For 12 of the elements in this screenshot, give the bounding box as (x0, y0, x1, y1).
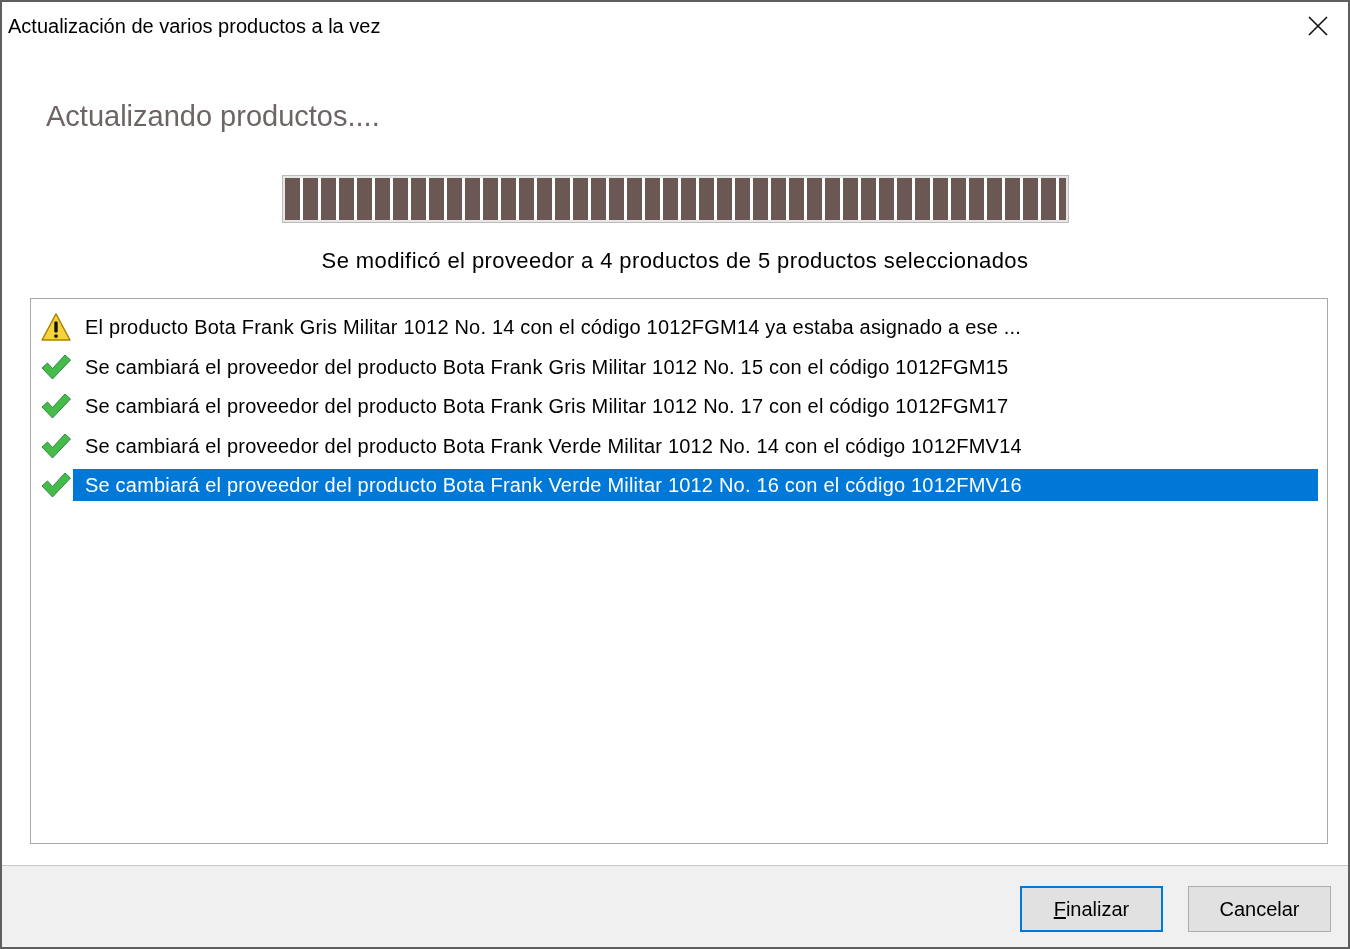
cancel-button[interactable]: Cancelar (1188, 886, 1331, 932)
check-icon (41, 392, 71, 420)
window-title: Actualización de varios productos a la vez (7, 14, 381, 39)
progress-heading: Actualizando productos.... (46, 100, 380, 132)
log-item[interactable]: Se cambiará el proveedor del producto Bota Frank Verde Militar 1012 No. 16 con el código 1012FMV16 (73, 469, 1318, 501)
finish-button[interactable]: Finalizar (1020, 886, 1163, 932)
status-message: Se modificó el proveedor a 4 productos de 5 productos seleccionados (321, 247, 1029, 275)
check-icon (41, 352, 71, 381)
check-icon (41, 471, 71, 499)
check-icon (41, 431, 71, 460)
warning-icon (41, 313, 71, 341)
close-icon (1308, 16, 1328, 36)
